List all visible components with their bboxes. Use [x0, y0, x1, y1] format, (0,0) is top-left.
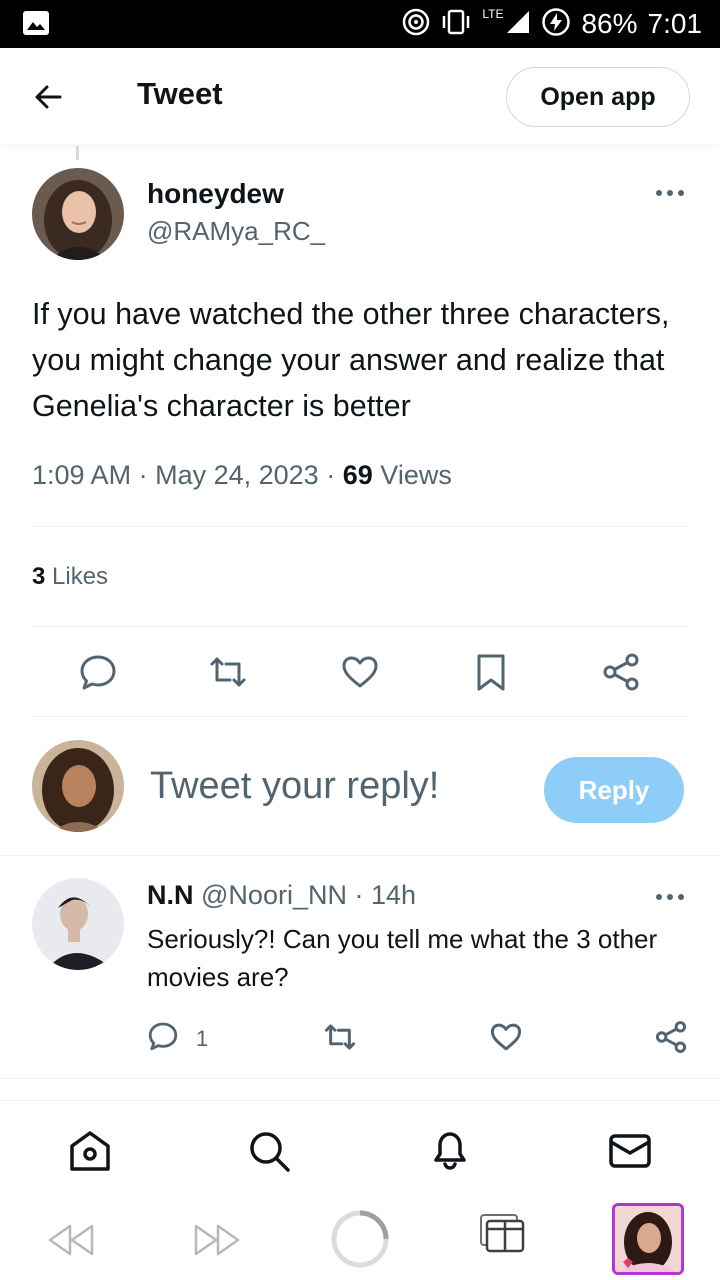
divider: [0, 1078, 720, 1079]
page-title: Tweet: [137, 76, 223, 111]
bookmark-icon[interactable]: [471, 652, 511, 692]
network-type: LTE: [482, 7, 504, 21]
meta-separator: ·: [326, 460, 336, 490]
divider: [32, 716, 688, 717]
clock: 7:01: [647, 8, 703, 39]
author-handle[interactable]: @RAMya_RC_: [147, 216, 325, 247]
reply-author-name[interactable]: N.N: [147, 880, 194, 910]
reply-retweet-icon[interactable]: [323, 1020, 357, 1054]
divider: [32, 626, 688, 627]
reply-comment-count: 1: [196, 1026, 209, 1051]
mail-icon[interactable]: [607, 1128, 653, 1174]
hotspot-icon: [402, 8, 430, 41]
reply-time: 14h: [371, 880, 417, 910]
tabs-icon[interactable]: [480, 1214, 526, 1259]
open-app-button[interactable]: Open app: [506, 67, 690, 127]
divider: [32, 526, 688, 527]
search-icon[interactable]: [246, 1128, 292, 1174]
gallery-notification-icon: [22, 10, 50, 36]
vibrate-icon: [440, 8, 472, 41]
battery-charging-icon: [541, 7, 571, 42]
divider: [0, 855, 720, 856]
author-name[interactable]: honeydew: [147, 178, 284, 210]
home-icon[interactable]: [67, 1128, 113, 1174]
tweet-text: If you have watched the other three char…: [32, 297, 670, 423]
divider: [0, 1100, 720, 1101]
back-arrow-icon[interactable]: [30, 78, 68, 116]
tweet-date: May 24, 2023: [155, 460, 319, 490]
heart-icon[interactable]: [340, 652, 380, 692]
status-bar: LTE 86% 7:01: [0, 0, 720, 48]
share-icon[interactable]: [601, 652, 641, 692]
reply-header: N.N @Noori_NN · 14h: [147, 880, 416, 911]
likes-summary[interactable]: 3 Likes: [32, 563, 108, 591]
thread-connector: [76, 146, 79, 160]
tweet-meta: 1:09 AM · May 24, 2023 · 69 Views: [32, 460, 452, 491]
tweet-time: 1:09 AM: [32, 460, 132, 490]
browser-reload-icon[interactable]: [330, 1209, 390, 1274]
retweet-icon[interactable]: [208, 652, 248, 692]
author-avatar[interactable]: [32, 168, 124, 260]
reply-author-avatar[interactable]: [32, 878, 124, 970]
meta-separator: ·: [354, 880, 364, 910]
reply-text: Seriously?! Can you tell me what the 3 o…: [147, 924, 658, 992]
views-label: Views: [380, 460, 452, 490]
likes-count: 3: [32, 563, 46, 590]
signal-icon: [505, 9, 531, 40]
reply-input[interactable]: Tweet your reply!: [150, 765, 439, 808]
comment-icon[interactable]: [78, 652, 118, 692]
reply-author-handle[interactable]: @Noori_NN: [201, 880, 347, 910]
likes-label: Likes: [52, 563, 109, 590]
reply-heart-icon[interactable]: [489, 1020, 523, 1054]
reply-button[interactable]: Reply: [544, 757, 684, 823]
views-count: 69: [342, 460, 373, 490]
browser-forward-icon[interactable]: [192, 1222, 242, 1263]
top-header: Tweet Open app: [0, 48, 720, 144]
bell-icon[interactable]: [427, 1126, 473, 1172]
profile-avatar[interactable]: [612, 1203, 684, 1275]
battery-level: 86%: [581, 8, 638, 39]
browser-back-icon[interactable]: [46, 1222, 96, 1263]
reply-share-icon[interactable]: [654, 1020, 688, 1054]
reply-more-options-icon[interactable]: [656, 892, 686, 902]
more-options-icon[interactable]: [656, 188, 686, 198]
user-avatar: [32, 740, 124, 832]
meta-separator: ·: [138, 460, 148, 490]
reply-comment-icon[interactable]: [147, 1020, 179, 1052]
